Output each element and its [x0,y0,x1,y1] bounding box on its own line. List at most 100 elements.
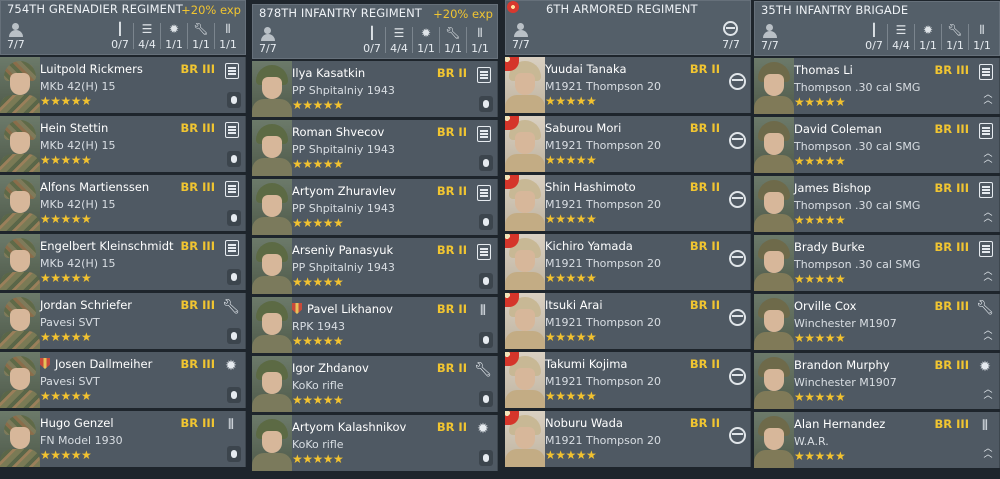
soldier-weapon: Pavesi SVT [40,316,100,329]
squad-count: 7/7 [7,38,25,51]
squad-header[interactable]: 754TH GRENADIER REGIMENT +20% exp 7/7 ┃ 0… [0,0,246,55]
soldier-card[interactable]: Josen Dallmeiher Pavesi SVT ★★★★★ BR III ✹ [0,352,246,408]
soldier-name: Arseniy Panasyuk [292,243,394,257]
soldier-card[interactable]: Thomas Li Thompson .30 cal SMG ★★★★★ BR III… [754,58,1000,114]
soldier-card[interactable]: Roman Shvecov PP Shpitalniy 1943 ★★★★★ BR I… [252,120,498,176]
squad-emblem-icon [507,1,519,13]
soldier-card[interactable]: Jordan Schriefer Pavesi SVT ★★★★★ BR III 🔧︎ [0,293,246,349]
rank-icon [479,96,493,112]
medal-icon [292,303,302,314]
soldier-card[interactable]: Artyom Kalashnikov KoKo rifle ★★★★★ BR II ✹ [252,415,498,471]
soldier-portrait [0,57,40,113]
person-icon [261,27,275,41]
soldier-name: Hein Stettin [40,121,109,135]
squad-header[interactable]: 6TH ARMORED REGIMENT 7/7 7/7 [505,0,751,55]
soldier-name: Engelbert Kleinschmidt [40,239,174,253]
soldier-weapon: KoKo rifle [292,438,344,451]
battle-rating: BR II [436,125,467,139]
soldier-weapon: MKb 42(H) 15 [40,198,116,211]
ammo-icon: ⦀ [479,303,487,319]
soldier-portrait [505,175,545,231]
stat-assault: ☰ 4/4 [134,19,160,51]
soldier-portrait [252,61,292,117]
soldier-card[interactable]: Alan Hernandez W.A.R. ★★★★★ BR III ⦀ ︿ ︿ [754,412,1000,468]
soldier-card[interactable]: Orville Cox Winchester M1907 ★★★★★ BR III 🔧︎… [754,294,1000,350]
chevron-rank-icon: ︿ ︿ [983,326,993,342]
soldier-card[interactable]: Alfons Martienssen MKb 42(H) 15 ★★★★★ BR II… [0,175,246,231]
battle-rating: BR II [689,357,720,371]
soldier-name: Thomas Li [794,63,853,77]
battle-rating: BR III [180,239,215,253]
soldier-portrait [505,234,545,290]
soldier-card[interactable]: Takumi Kojima M1921 Thompson 20 ★★★★★ BR II [505,352,751,408]
soldier-card[interactable]: Brandon Murphy Winchester M1907 ★★★★★ BR II… [754,353,1000,409]
squad-header[interactable]: 35TH INFANTRY BRIGADE 7/7 ┃ 0/7 ☰ 4/4 ✹ 1/1… [754,1,1000,56]
soldier-card[interactable]: Kichiro Yamada M1921 Thompson 20 ★★★★★ BR I… [505,234,751,290]
soldier-card[interactable]: Noburu Wada M1921 Thompson 20 ★★★★★ BR II [505,411,751,467]
stat-value: 1/1 [165,38,183,51]
wrench-icon: 🔧︎ [947,23,963,37]
rank-icon [479,391,493,407]
class-stats: ┃ 0/7 ☰ 4/4 ✹ 1/1 🔧︎ 1/1 ⦀ 1/1 [107,19,241,51]
wrench-icon: 🔧︎ [976,300,994,316]
soldier-card[interactable]: Igor Zhdanov KoKo rifle ★★★★★ BR II 🔧︎ [252,356,498,412]
soldier-name: Itsuki Arai [545,298,603,312]
soldier-name: Shin Hashimoto [545,180,636,194]
assault-icon [979,241,993,257]
squad-column-35th: 35TH INFANTRY BRIGADE 7/7 ┃ 0/7 ☰ 4/4 ✹ 1/1… [754,0,1000,479]
rating-stars: ★★★★★ [794,213,846,227]
soldier-card[interactable]: Arseniy Panasyuk PP Shpitalniy 1943 ★★★★★ B… [252,238,498,294]
soldier-list: Ilya Kasatkin PP Shpitalniy 1943 ★★★★★ BR I… [252,61,498,471]
soldier-portrait [754,412,794,468]
soldier-card[interactable]: Brady Burke Thompson .30 cal SMG ★★★★★ BR I… [754,235,1000,291]
rating-stars: ★★★★★ [794,95,846,109]
soldier-card[interactable]: Ilya Kasatkin PP Shpitalniy 1943 ★★★★★ BR I… [252,61,498,117]
rank-icon [479,273,493,289]
soldier-card[interactable]: Engelbert Kleinschmidt MKb 42(H) 15 ★★★★★ B… [0,234,246,290]
battle-rating: BR II [436,184,467,198]
battle-rating: BR II [689,416,720,430]
stat-value: 1/1 [946,39,964,52]
rating-stars: ★★★★★ [794,331,846,345]
soldier-card[interactable]: Itsuki Arai M1921 Thompson 20 ★★★★★ BR II [505,293,751,349]
rating-stars: ★★★★★ [794,390,846,404]
soldier-name: Igor Zhdanov [292,361,369,375]
soldier-card[interactable]: Saburou Mori M1921 Thompson 20 ★★★★★ BR II [505,116,751,172]
squad-count: 7/7 [512,38,530,51]
chevron-rank-icon: ︿ ︿ [983,444,993,460]
stat-value: 0/7 [865,39,883,52]
soldier-card[interactable]: Hugo Genzel FN Model 1930 ★★★★★ BR III ⦀ [0,411,246,467]
soldier-name: Brandon Murphy [794,358,890,372]
rating-stars: ★★★★★ [545,389,597,403]
soldier-portrait [252,415,292,471]
soldier-card[interactable]: Shin Hashimoto M1921 Thompson 20 ★★★★★ BR I… [505,175,751,231]
assault-icon [477,67,491,83]
chevron-rank-icon: ︿ ︿ [983,90,993,106]
assault-icon [979,64,993,80]
battle-rating: BR III [934,417,969,431]
assault-icon [225,122,239,138]
rating-stars: ★★★★★ [794,272,846,286]
soldier-card[interactable]: Pavel Likhanov RPK 1943 ★★★★★ BR II ⦀ [252,297,498,353]
soldier-card[interactable]: Artyom Zhuravlev PP Shpitalniy 1943 ★★★★★ B… [252,179,498,235]
soldier-card[interactable]: Yuudai Tanaka M1921 Thompson 20 ★★★★★ BR II [505,57,751,113]
soldier-weapon: M1921 Thompson 20 [545,316,662,329]
soldier-name: Saburou Mori [545,121,622,135]
soldier-portrait [252,179,292,235]
steering-wheel-icon [729,368,746,385]
soldier-weapon: M1921 Thompson 20 [545,434,662,447]
stat-value: 1/1 [192,38,210,51]
soldier-name: Kichiro Yamada [545,239,633,253]
soldier-card[interactable]: Hein Stettin MKb 42(H) 15 ★★★★★ BR III [0,116,246,172]
soldier-card[interactable]: David Coleman Thompson .30 cal SMG ★★★★★ BR… [754,117,1000,173]
soldier-weapon: PP Shpitalniy 1943 [292,261,395,274]
soldier-card[interactable]: Luitpold Rickmers MKb 42(H) 15 ★★★★★ BR III [0,57,246,113]
soldier-card[interactable]: James Bishop Thompson .30 cal SMG ★★★★★ BR … [754,176,1000,232]
rank-icon [227,151,241,167]
soldier-name: Jordan Schriefer [40,298,133,312]
rank-icon [479,155,493,171]
chevron-rank-icon: ︿ ︿ [983,149,993,165]
exp-bonus: +20% exp [433,7,493,21]
squad-header[interactable]: 878TH INFANTRY REGIMENT +20% exp 7/7 ┃ 0/… [252,4,498,59]
wrench-icon: 🔧︎ [222,299,240,315]
